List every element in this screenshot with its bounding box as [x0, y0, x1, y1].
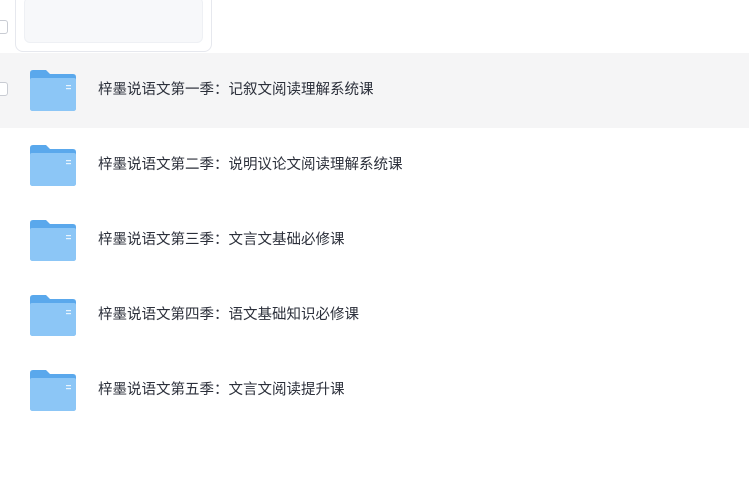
row-checkbox[interactable]: [0, 82, 8, 96]
thumbnail-checkbox[interactable]: [0, 20, 8, 34]
folder-icon: [30, 70, 76, 111]
folder-name[interactable]: 梓墨说语文第四季：语文基础知识必修课: [98, 278, 359, 353]
folder-icon: [30, 145, 76, 186]
folder-icon: [30, 295, 76, 336]
thumbnail-preview: [24, 0, 203, 43]
list-item[interactable]: 梓墨说语文第三季：文言文基础必修课: [0, 203, 749, 278]
partial-thumbnail-card[interactable]: [15, 0, 212, 52]
list-item[interactable]: 梓墨说语文第一季：记叙文阅读理解系统课: [0, 53, 749, 128]
folder-icon: [30, 220, 76, 261]
list-item[interactable]: 梓墨说语文第四季：语文基础知识必修课: [0, 278, 749, 353]
folder-icon: [30, 370, 76, 411]
file-list: 梓墨说语文第一季：记叙文阅读理解系统课 梓墨说语文第二季：说明议论文阅读理解系统…: [0, 53, 749, 428]
folder-name[interactable]: 梓墨说语文第二季：说明议论文阅读理解系统课: [98, 128, 403, 203]
folder-name[interactable]: 梓墨说语文第三季：文言文基础必修课: [98, 203, 345, 278]
list-item[interactable]: 梓墨说语文第二季：说明议论文阅读理解系统课: [0, 128, 749, 203]
folder-name[interactable]: 梓墨说语文第一季：记叙文阅读理解系统课: [98, 53, 374, 128]
folder-name[interactable]: 梓墨说语文第五季：文言文阅读提升课: [98, 353, 345, 428]
list-item[interactable]: 梓墨说语文第五季：文言文阅读提升课: [0, 353, 749, 428]
